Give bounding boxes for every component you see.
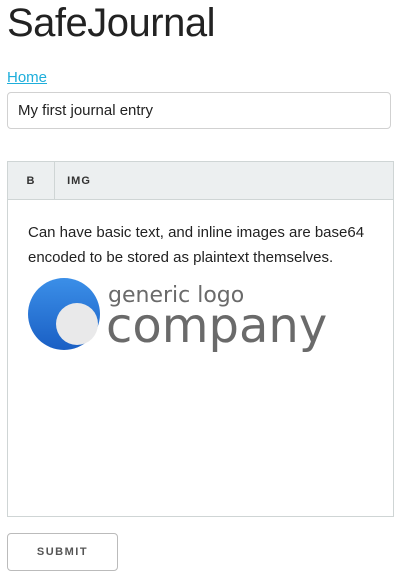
editor-content[interactable]: Can have basic text, and inline images a… (8, 200, 393, 352)
app-title: SafeJournal (7, 1, 215, 45)
logo-text-line2: company (106, 298, 327, 352)
home-link[interactable]: Home (7, 69, 47, 86)
insert-image-button[interactable]: IMG (55, 162, 103, 199)
submit-button[interactable]: SUBMIT (7, 533, 118, 571)
entry-title-input[interactable] (7, 92, 391, 129)
editor-toolbar: B IMG (8, 162, 393, 200)
company-logo-image: generic logo company (28, 278, 327, 352)
editor-body-text: Can have basic text, and inline images a… (28, 224, 365, 266)
rich-text-editor: B IMG Can have basic text, and inline im… (7, 161, 394, 517)
logo-inner-circle (56, 303, 98, 345)
bold-button[interactable]: B (8, 162, 55, 199)
